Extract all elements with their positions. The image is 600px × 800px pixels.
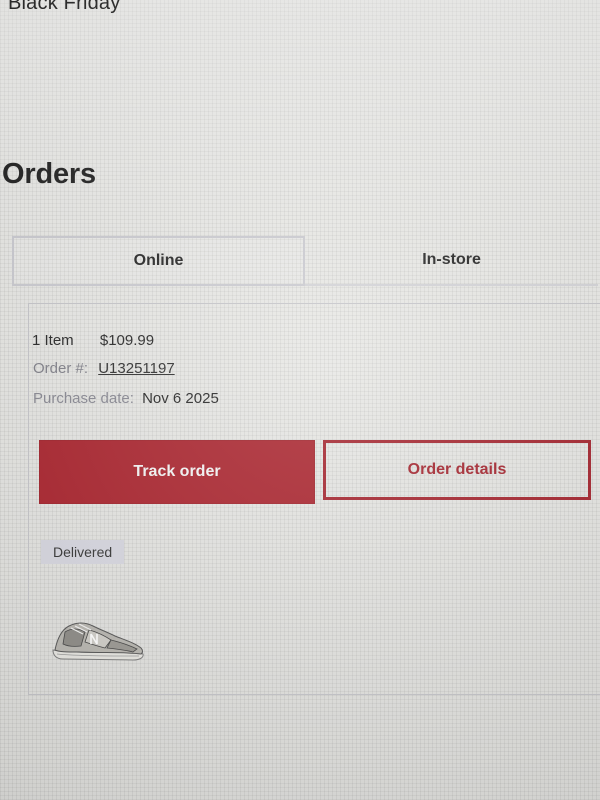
order-number-link[interactable]: U13251197 <box>98 360 174 377</box>
order-card: 1 Item $109.99 Order #: U13251197 Purcha… <box>28 303 600 695</box>
page-title: Orders <box>2 158 96 190</box>
orders-tabs: Online In-store <box>12 236 598 286</box>
status-badge: Delivered <box>41 540 125 564</box>
order-summary: 1 Item $109.99 <box>32 332 154 349</box>
order-details-button[interactable]: Order details <box>323 440 591 500</box>
item-count: 1 Item <box>32 332 74 349</box>
purchase-date-label: Purchase date: <box>33 390 134 407</box>
tab-in-store[interactable]: In-store <box>305 236 598 286</box>
purchase-date-value: Nov 6 2025 <box>142 390 219 407</box>
sneaker-icon <box>52 622 144 661</box>
track-order-button[interactable]: Track order <box>39 440 315 504</box>
sneaker-image[interactable] <box>49 612 149 664</box>
order-total: $109.99 <box>99 332 155 349</box>
purchase-date-row: Purchase date: Nov 6 2025 <box>33 390 219 407</box>
tab-online[interactable]: Online <box>12 236 306 286</box>
black-friday-link[interactable]: Black Friday <box>8 0 120 15</box>
order-number-row: Order #: U13251197 <box>33 360 175 377</box>
order-number-label: Order #: <box>33 360 89 377</box>
